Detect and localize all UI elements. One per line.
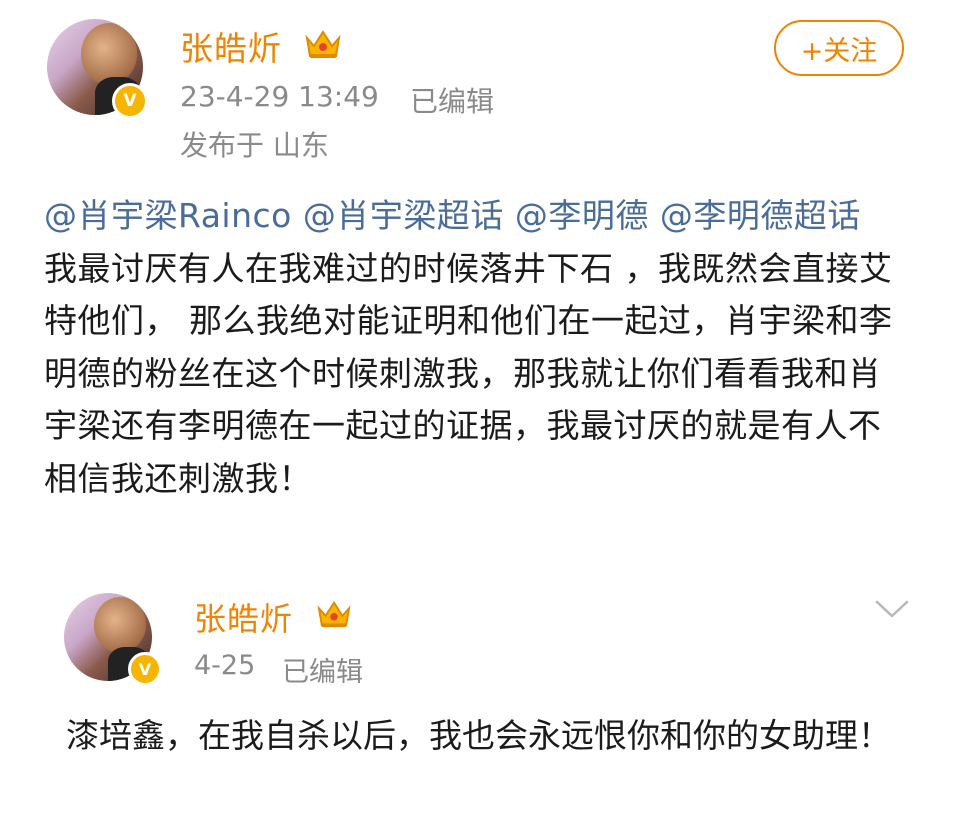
post-timestamp: 23-4-29 13:49 xyxy=(180,80,379,113)
crown-icon xyxy=(305,30,341,58)
edited-label[interactable]: 已编辑 xyxy=(410,80,494,120)
verified-badge-icon: V xyxy=(112,83,148,119)
mention-link[interactable]: @肖宇梁超话 xyxy=(303,196,504,235)
verified-badge-icon: V xyxy=(128,652,162,686)
chevron-down-icon[interactable] xyxy=(874,598,910,620)
mention-link[interactable]: @李明德 xyxy=(515,196,649,235)
follow-button[interactable]: +关注 xyxy=(774,20,904,76)
author-name[interactable]: 张皓炘 xyxy=(180,22,282,70)
follow-label: +关注 xyxy=(800,35,878,67)
reply-timestamp: 4-25 xyxy=(194,650,256,681)
reply-edited-label[interactable]: 已编辑 xyxy=(282,650,363,689)
crown-icon xyxy=(317,600,351,628)
mention-link[interactable]: @李明德超话 xyxy=(660,196,861,235)
post-text: 我最讨厌有人在我难过的时候落井下石 ，我既然会直接艾特他们， 那么我绝对能证明和… xyxy=(44,248,893,498)
post-location: 发布于 山东 xyxy=(180,129,329,162)
reply-body: 漆培鑫，在我自杀以后，我也会永远恨你和你的女助理！ xyxy=(66,716,891,755)
mention-link[interactable]: @肖宇梁Rainco xyxy=(44,196,292,235)
post-body: @肖宇梁Rainco @肖宇梁超话 @李明德 @李明德超话 我最讨厌有人在我难过… xyxy=(44,190,904,505)
reply-author-name[interactable]: 张皓炘 xyxy=(194,594,293,640)
